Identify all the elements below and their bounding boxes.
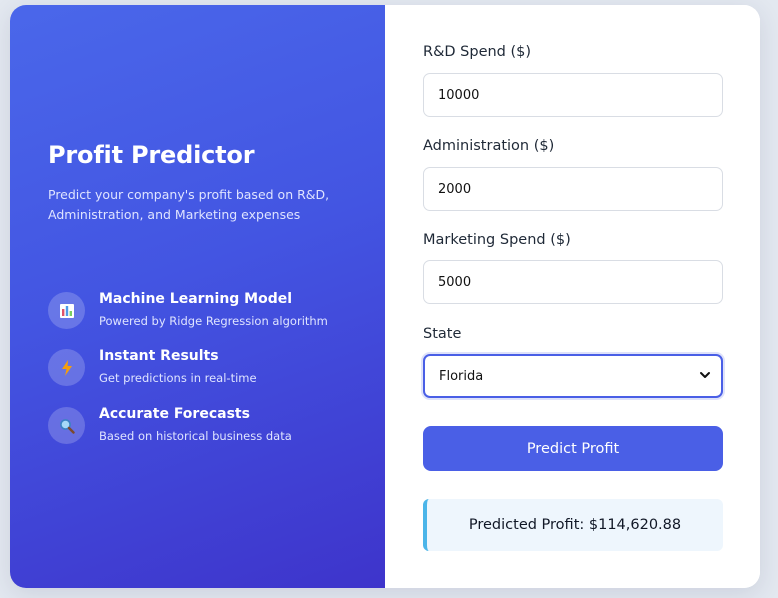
bar-chart-icon xyxy=(48,292,85,329)
administration-input[interactable] xyxy=(423,167,723,211)
rd-spend-label: R&D Spend ($) xyxy=(423,44,532,60)
state-label: State xyxy=(423,326,462,342)
prediction-result: Predicted Profit: $114,620.88 xyxy=(423,499,723,551)
predict-profit-button[interactable]: Predict Profit xyxy=(423,426,723,471)
feature-item-instant: Instant Results Get predictions in real-… xyxy=(48,348,368,388)
feature-item-ml: Machine Learning Model Powered by Ridge … xyxy=(48,291,368,331)
chevron-down-icon xyxy=(699,369,711,385)
feature-title: Accurate Forecasts xyxy=(99,406,250,422)
rd-spend-input[interactable] xyxy=(423,73,723,117)
form-panel: R&D Spend ($) Administration ($) Marketi… xyxy=(385,5,760,588)
magnifier-icon xyxy=(48,407,85,444)
feature-title: Instant Results xyxy=(99,348,219,364)
feature-desc: Based on historical business data xyxy=(99,429,292,443)
hero-panel: Profit Predictor Predict your company's … xyxy=(10,5,385,588)
administration-label: Administration ($) xyxy=(423,138,555,154)
prediction-result-text: Predicted Profit: $114,620.88 xyxy=(468,517,682,533)
page-title: Profit Predictor xyxy=(48,141,255,169)
lightning-icon xyxy=(48,349,85,386)
page-subtitle: Predict your company's profit based on R… xyxy=(48,187,330,222)
marketing-spend-input[interactable] xyxy=(423,260,723,304)
feature-item-accurate: Accurate Forecasts Based on historical b… xyxy=(48,406,368,446)
state-select[interactable]: Florida xyxy=(423,354,723,398)
state-selected-value: Florida xyxy=(439,368,484,384)
feature-desc: Get predictions in real-time xyxy=(99,371,257,385)
feature-title: Machine Learning Model xyxy=(99,291,293,307)
predictor-card: Profit Predictor Predict your company's … xyxy=(10,5,760,588)
marketing-spend-label: Marketing Spend ($) xyxy=(423,232,571,248)
feature-desc: Powered by Ridge Regression algorithm xyxy=(99,314,328,328)
